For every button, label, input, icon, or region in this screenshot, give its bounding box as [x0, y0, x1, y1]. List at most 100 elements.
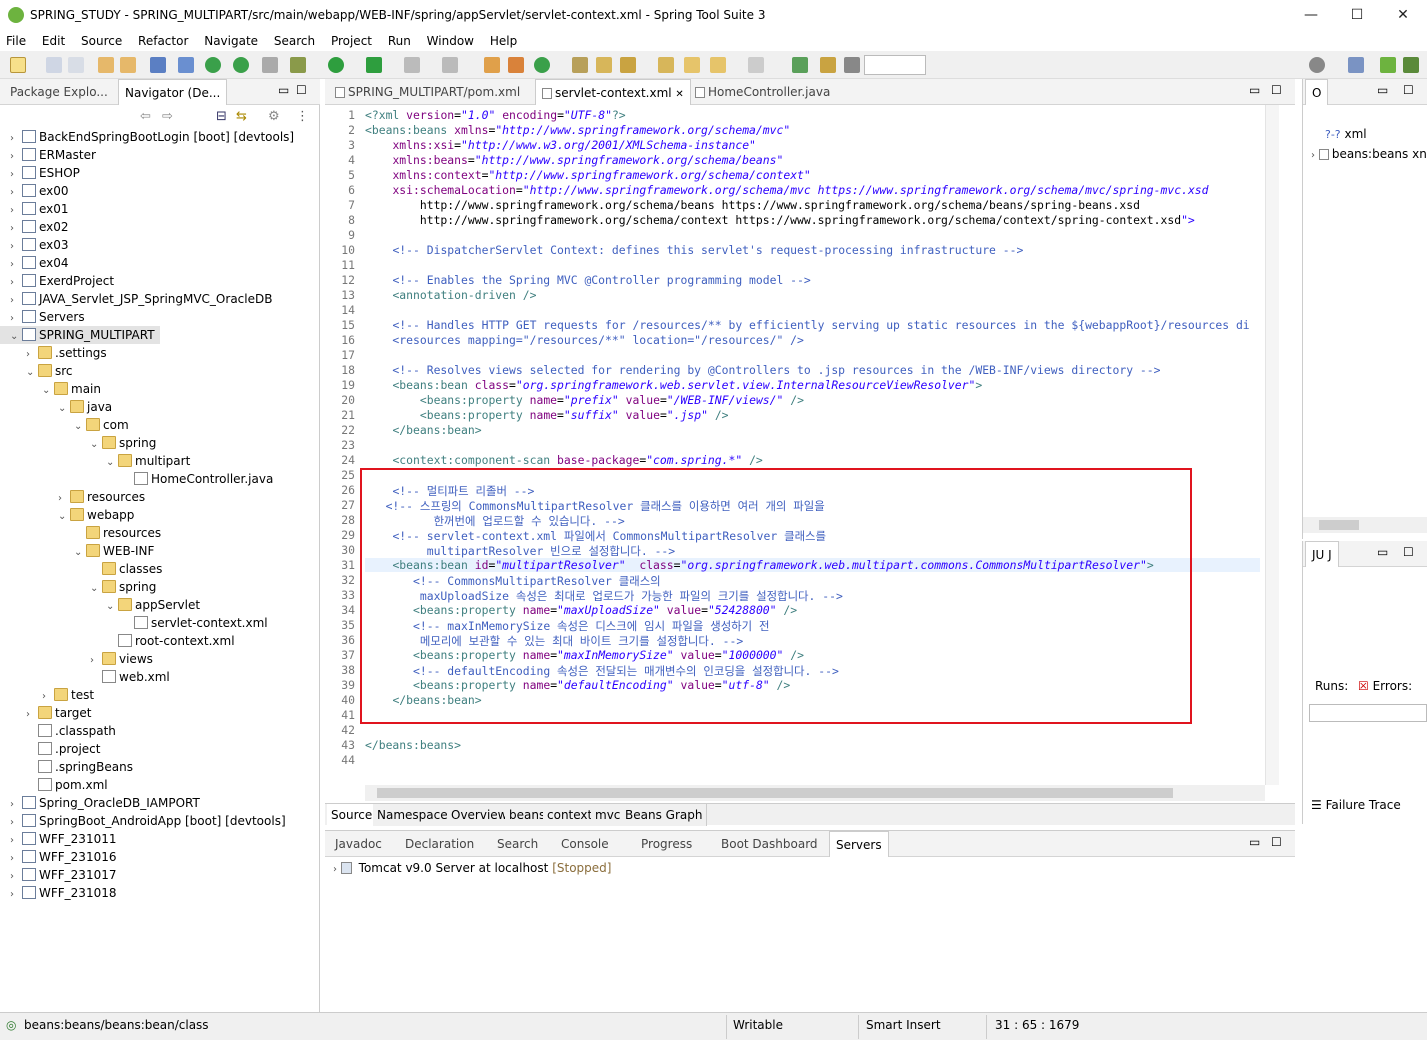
close-button[interactable]: ✕ — [1388, 4, 1418, 26]
tab-navigator[interactable]: Navigator (De... — [118, 79, 228, 105]
tree-item[interactable]: HomeController.java — [0, 470, 318, 488]
last-edit-icon[interactable] — [684, 57, 700, 73]
tree-item[interactable]: › ex00 — [0, 182, 318, 200]
new-icon[interactable] — [10, 57, 26, 73]
new-java-class-icon[interactable] — [508, 57, 524, 73]
menu-refactor[interactable]: Refactor — [132, 31, 194, 51]
tree-item[interactable]: › Servers — [0, 308, 318, 326]
new-package-icon[interactable] — [534, 57, 550, 73]
maximize-icon[interactable]: ☐ — [1271, 83, 1282, 97]
menu-source[interactable]: Source — [75, 31, 128, 51]
menu-project[interactable]: Project — [325, 31, 378, 51]
tree-item[interactable]: › JAVA_Servlet_JSP_SpringMVC_OracleDB — [0, 290, 318, 308]
tab-servers[interactable]: Servers — [829, 831, 889, 857]
tab-search[interactable]: Search — [491, 831, 544, 857]
tree-item[interactable]: › target — [0, 704, 318, 722]
tab-javadoc[interactable]: Javadoc — [329, 831, 388, 857]
toolbar-combo[interactable] — [864, 55, 926, 75]
minimize-icon[interactable]: ▭ — [1377, 545, 1388, 559]
debug-icon[interactable] — [290, 57, 306, 73]
tab-declaration[interactable]: Declaration — [399, 831, 480, 857]
menu-navigate[interactable]: Navigate — [198, 31, 264, 51]
outline-item-beans[interactable]: › beans:beans xn — [1311, 147, 1427, 161]
boot-relaunch-icon[interactable] — [233, 57, 249, 73]
code-line[interactable]: <resources mapping="/resources/**" locat… — [365, 333, 803, 347]
tree-item[interactable]: › SpringBoot_AndroidApp [boot] [devtools] — [0, 812, 318, 830]
link-editor-icon[interactable]: ⇆ — [236, 109, 247, 124]
minimize-icon[interactable]: ▭ — [1249, 835, 1260, 849]
tree-item[interactable]: resources — [0, 524, 318, 542]
view-menu-icon[interactable]: ⋮ — [296, 109, 309, 124]
tree-item[interactable]: › ERMaster — [0, 146, 318, 164]
tab-boot-dashboard[interactable]: Boot Dashboard — [715, 831, 824, 857]
close-tab-icon[interactable]: ✕ — [675, 89, 683, 100]
tree-item[interactable]: › BackEndSpringBootLogin [boot] [devtools… — [0, 128, 318, 146]
skip-breakpoints-icon[interactable] — [178, 57, 194, 73]
outline-scrollbar[interactable] — [1303, 517, 1427, 533]
tree-item[interactable]: ⌄ com — [0, 416, 318, 434]
tree-item[interactable]: › views — [0, 650, 318, 668]
tree-item[interactable]: › ex01 — [0, 200, 318, 218]
tree-item[interactable]: › ESHOP — [0, 164, 318, 182]
tree-item[interactable]: web.xml — [0, 668, 318, 686]
external-tools-icon[interactable] — [366, 57, 382, 73]
pin-editor-icon[interactable] — [792, 57, 808, 73]
code-line[interactable]: http://www.springframework.org/schema/be… — [365, 198, 1140, 212]
new-spring-project-icon[interactable] — [484, 57, 500, 73]
tree-item[interactable]: › test — [0, 686, 318, 704]
outline-item-xml[interactable]: ?-? xml — [1325, 127, 1367, 141]
tree-item[interactable]: › WFF_231011 — [0, 830, 318, 848]
tree-item[interactable]: ⌄ webapp — [0, 506, 318, 524]
scroll-thumb[interactable] — [377, 788, 1173, 798]
code-line[interactable]: xmlns:context="http://www.springframewor… — [365, 168, 810, 182]
editor-horizontal-scrollbar[interactable] — [365, 785, 1265, 801]
minimize-button[interactable]: — — [1296, 4, 1326, 26]
code-line[interactable]: </beans:beans> — [365, 738, 461, 752]
tree-item[interactable]: › .settings — [0, 344, 318, 362]
open-type-icon[interactable] — [572, 57, 588, 73]
tree-item[interactable]: .springBeans — [0, 758, 318, 776]
toggle-mark-icon[interactable] — [820, 57, 836, 73]
tree-item[interactable]: ⌄ src — [0, 362, 318, 380]
menu-help[interactable]: Help — [484, 31, 523, 51]
tree-item[interactable]: › WFF_231018 — [0, 884, 318, 902]
menu-search[interactable]: Search — [268, 31, 321, 51]
search-icon[interactable] — [1309, 57, 1325, 73]
tree-item[interactable]: .classpath — [0, 722, 318, 740]
run-icon[interactable] — [328, 57, 344, 73]
back-icon[interactable] — [710, 57, 726, 73]
terminal-icon[interactable] — [150, 57, 166, 73]
filter-icon[interactable]: ⚙ — [268, 109, 280, 124]
maximize-icon[interactable]: ☐ — [1403, 83, 1414, 97]
tab-namespaces[interactable]: Namespaces — [373, 804, 459, 826]
tree-item[interactable]: ⌄ java — [0, 398, 318, 416]
tree-item[interactable]: › resources — [0, 488, 318, 506]
spring-perspective-icon[interactable] — [1380, 57, 1396, 73]
menu-window[interactable]: Window — [421, 31, 480, 51]
tree-item[interactable]: › Spring_OracleDB_IAMPORT — [0, 794, 318, 812]
boot-run-icon[interactable] — [205, 57, 221, 73]
maximize-button[interactable]: ☐ — [1342, 4, 1372, 26]
code-line[interactable]: <annotation-driven /> — [365, 288, 536, 302]
code-line[interactable]: <!-- Enables the Spring MVC @Controller … — [365, 273, 810, 287]
tab-progress[interactable]: Progress — [635, 831, 698, 857]
code-line[interactable]: <beans:bean class="org.springframework.w… — [365, 378, 982, 392]
tab-context[interactable]: context — [543, 804, 598, 826]
tree-item[interactable]: › ExerdProject — [0, 272, 318, 290]
open-resource-icon[interactable] — [658, 57, 674, 73]
tab-beans-graph[interactable]: Beans Graph — [621, 804, 708, 826]
tree-item[interactable]: pom.xml — [0, 776, 318, 794]
collapse-all-icon[interactable]: ⊟ — [216, 109, 227, 124]
tab-console[interactable]: Console — [555, 831, 615, 857]
java-perspective-icon[interactable] — [1403, 57, 1419, 73]
code-line[interactable]: xmlns:beans="http://www.springframework.… — [365, 153, 783, 167]
tab-outline[interactable]: O — [1305, 79, 1329, 105]
minimize-icon[interactable]: ▭ — [1377, 83, 1388, 97]
save-icon[interactable] — [46, 57, 62, 73]
minimize-icon[interactable]: ▭ — [1249, 83, 1260, 97]
chevron-right-icon[interactable]: › — [10, 886, 22, 904]
show-whitespace-icon[interactable] — [844, 57, 860, 73]
tree-item[interactable]: root-context.xml — [0, 632, 318, 650]
tree-item[interactable]: › ex04 — [0, 254, 318, 272]
disconnect-icon[interactable] — [442, 57, 458, 73]
